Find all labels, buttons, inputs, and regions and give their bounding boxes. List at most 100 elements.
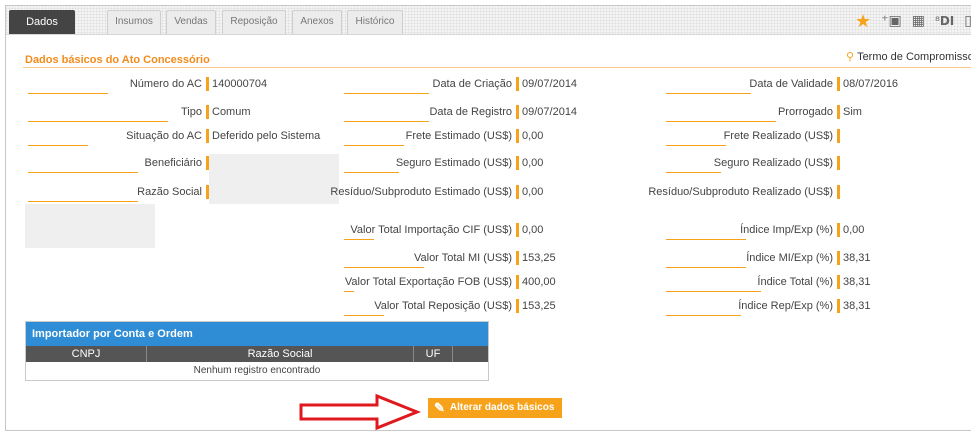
tab-insumos[interactable]: Insumos — [107, 10, 161, 34]
field-valor-importacao: Valor Total Importação CIF (US$) — [344, 223, 519, 240]
red-arrow-annotation — [299, 393, 422, 431]
calculator-icon[interactable]: ▦ — [912, 13, 925, 29]
tab-dados-basicos[interactable]: Dados Básicos — [9, 10, 75, 50]
field-label: Prorrogado — [778, 105, 840, 119]
field-valor-mi: Valor Total MI (US$) — [344, 251, 519, 268]
field-value-indice-imp-exp: 0,00 — [843, 224, 865, 236]
field-label: Índice Total (%) — [757, 275, 840, 289]
column-header-uf[interactable]: UF — [414, 346, 452, 362]
importador-title: Importador por Conta e Ordem — [26, 322, 488, 346]
di-label: DI — [939, 14, 955, 28]
field-value-razao-social — [209, 182, 339, 204]
field-data-validade: Data de Validade — [666, 77, 840, 94]
column-header-razao-social[interactable]: Razão Social — [147, 346, 413, 362]
field-indice-total: Índice Total (%) — [666, 275, 840, 292]
field-value-residuo-estimado: 0,00 — [522, 186, 544, 198]
field-residuo-realizado: Resíduo/Subproduto Realizado (US$) — [648, 185, 840, 202]
field-underline — [344, 145, 404, 146]
field-data-registro: Data de Registro — [344, 105, 519, 122]
field-indice-mi-exp: Índice MI/Exp (%) — [666, 251, 840, 268]
star-icon[interactable]: ★ — [855, 11, 871, 32]
field-value-indice-total: 38,31 — [843, 276, 871, 288]
field-label: Índice Imp/Exp (%) — [740, 223, 840, 237]
field-underline — [28, 145, 88, 146]
main-panel: Dados Básicos Insumos Vendas Reposição A… — [5, 5, 971, 431]
field-valor-reposicao: Valor Total Reposição (US$) — [344, 299, 519, 316]
field-underline — [344, 121, 429, 122]
field-value-data-registro: 09/07/2014 — [522, 106, 578, 118]
field-situacao: Situação do AC — [28, 129, 209, 146]
field-label: Valor Total Reposição (US$) — [374, 299, 519, 313]
field-value-seguro-estimado: 0,00 — [522, 157, 544, 169]
field-underline — [344, 239, 374, 240]
termo-label: Termo de Compromisso — [857, 51, 971, 63]
field-label: Valor Total Importação CIF (US$) — [350, 223, 519, 237]
field-underline — [28, 201, 138, 202]
empty-message: Nenhum registro encontrado — [193, 365, 321, 376]
table-header: CNPJ Razão Social UF — [26, 346, 488, 362]
field-value-valor-reposicao: 153,25 — [522, 300, 556, 312]
field-value-indice-mi-exp: 38,31 — [843, 252, 871, 264]
field-label: Seguro Realizado (US$) — [714, 156, 840, 170]
field-value-indice-rep-exp: 38,31 — [843, 300, 871, 312]
field-label: Beneficiário — [145, 156, 209, 170]
field-beneficiario: Beneficiário — [28, 156, 209, 173]
field-numero-ac: Número do AC — [28, 77, 209, 94]
tab-bar: Dados Básicos Insumos Vendas Reposição A… — [6, 6, 971, 50]
field-underline — [666, 172, 721, 173]
field-frete-estimado: Frete Estimado (US$) — [344, 129, 519, 146]
field-label: Data de Validade — [749, 77, 840, 91]
field-label: Valor Total Exportação FOB (US$) — [345, 275, 519, 289]
field-tipo: Tipo — [28, 105, 209, 122]
map-pin-icon: ⚲ — [846, 51, 855, 63]
field-label: Índice Rep/Exp (%) — [738, 299, 840, 313]
document-icon[interactable]: ▯ — [964, 13, 971, 29]
add-nf-icon[interactable]: ⁺▣ — [881, 13, 902, 29]
alterar-button-label: Alterar dados básicos — [449, 402, 555, 413]
field-value-tipo: Comum — [212, 106, 251, 118]
field-value-numero-ac: 140000704 — [212, 78, 268, 90]
field-razao-social: Razão Social — [28, 185, 209, 202]
field-frete-realizado: Frete Realizado (US$) — [666, 129, 840, 146]
field-label: Valor Total MI (US$) — [414, 251, 519, 265]
field-label: Resíduo/Subproduto Estimado (US$) — [330, 185, 519, 199]
field-value-valor-mi: 153,25 — [522, 252, 556, 264]
field-underline — [344, 315, 384, 316]
field-label: Número do AC — [130, 77, 209, 91]
field-underline — [666, 239, 746, 240]
field-value-frete-estimado: 0,00 — [522, 130, 544, 142]
field-valor-exportacao: Valor Total Exportação FOB (US$) — [344, 275, 519, 292]
field-indice-rep-exp: Índice Rep/Exp (%) — [666, 299, 840, 316]
field-underline — [28, 172, 138, 173]
field-underline — [344, 172, 399, 173]
field-residuo-estimado: Resíduo/Subproduto Estimado (US$) — [330, 185, 519, 202]
field-label: Data de Registro — [429, 105, 519, 119]
field-value-data-validade: 08/07/2016 — [843, 78, 899, 90]
field-label: Frete Realizado (US$) — [724, 129, 840, 143]
field-label: Situação do AC — [126, 129, 209, 143]
field-seguro-realizado: Seguro Realizado (US$) — [666, 156, 840, 173]
tab-reposicao[interactable]: Reposição — [222, 10, 286, 34]
alterar-dados-basicos-button[interactable]: ✎ Alterar dados básicos — [428, 398, 563, 418]
field-prorrogado: Prorrogado — [666, 105, 840, 122]
field-underline — [666, 121, 776, 122]
tab-vendas[interactable]: Vendas — [166, 10, 216, 34]
redacted-block — [25, 204, 155, 248]
field-underline — [344, 93, 429, 94]
field-value-data-criacao: 09/07/2014 — [522, 78, 578, 90]
column-header-cnpj[interactable]: CNPJ — [26, 346, 146, 362]
field-label: Razão Social — [137, 185, 209, 199]
field-underline — [666, 93, 751, 94]
field-label: Índice MI/Exp (%) — [746, 251, 840, 265]
section-title: Dados básicos do Ato Concessório — [25, 54, 210, 66]
importador-table: Importador por Conta e Ordem CNPJ Razão … — [25, 321, 489, 381]
tab-anexos[interactable]: Anexos — [292, 10, 342, 34]
field-data-criacao: Data de Criação — [344, 77, 519, 94]
termo-compromisso-link[interactable]: ⚲ Termo de Compromisso — [846, 50, 971, 63]
tab-historico[interactable]: Histórico — [347, 10, 403, 34]
field-value-valor-exportacao: 400,00 — [522, 276, 556, 288]
field-value-situacao: Deferido pelo Sistema — [212, 130, 321, 142]
field-underline — [666, 291, 761, 292]
field-underline — [28, 93, 108, 94]
di-icon[interactable]: ⁸DI — [935, 14, 954, 28]
